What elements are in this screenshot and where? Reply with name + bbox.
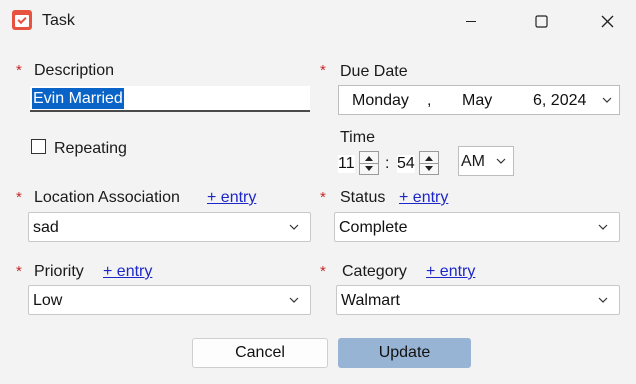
minute-value[interactable]: 54 <box>397 155 415 173</box>
category-add-entry-link[interactable]: + entry <box>426 263 475 281</box>
priority-select[interactable]: Low <box>28 285 311 315</box>
status-select[interactable]: Complete <box>334 212 620 242</box>
priority-add-entry-link[interactable]: + entry <box>103 263 152 281</box>
cancel-button[interactable]: Cancel <box>192 338 328 368</box>
required-marker: * <box>320 62 326 79</box>
due-date-label: Due Date <box>340 63 408 80</box>
chevron-down-icon <box>496 158 506 164</box>
minimize-button[interactable] <box>448 6 494 36</box>
due-date-day-year: 6, 2024 <box>533 92 587 109</box>
arrow-down-icon <box>425 165 433 171</box>
repeating-checkbox[interactable] <box>31 139 46 154</box>
ampm-value: AM <box>461 153 485 170</box>
hour-down-button[interactable] <box>360 163 378 174</box>
due-date-picker[interactable]: Monday , May 6, 2024 <box>338 85 620 115</box>
chevron-down-icon <box>602 97 612 103</box>
location-label: Location Association <box>34 189 180 206</box>
description-input[interactable]: Evin Married <box>30 86 310 112</box>
close-icon <box>601 15 613 27</box>
update-button[interactable]: Update <box>338 338 471 368</box>
location-value: sad <box>33 219 59 236</box>
close-button[interactable] <box>584 6 630 36</box>
title-bar: Task <box>0 0 636 42</box>
chevron-down-icon <box>598 297 608 303</box>
required-marker: * <box>16 263 22 280</box>
due-date-month: May <box>462 92 493 109</box>
location-add-entry-link[interactable]: + entry <box>207 189 256 207</box>
location-select[interactable]: sad <box>28 212 311 242</box>
minute-down-button[interactable] <box>420 163 438 174</box>
priority-label: Priority <box>34 263 84 280</box>
chevron-down-icon <box>289 297 299 303</box>
priority-value: Low <box>33 292 63 309</box>
hour-value[interactable]: 11 <box>338 155 355 173</box>
time-label: Time <box>340 129 375 146</box>
status-add-entry-link[interactable]: + entry <box>399 189 448 207</box>
time-colon: : <box>385 155 390 172</box>
minute-stepper[interactable] <box>419 151 439 175</box>
required-marker: * <box>16 189 22 206</box>
task-dialog: Task * Description Evin Married * Due Da… <box>0 0 636 384</box>
status-value: Complete <box>339 219 408 236</box>
description-label: Description <box>34 62 115 79</box>
description-value: Evin Married <box>32 88 124 109</box>
chevron-down-icon <box>289 224 299 230</box>
ampm-select[interactable]: AM <box>458 146 514 176</box>
status-label: Status <box>340 189 386 206</box>
required-marker: * <box>320 189 326 206</box>
due-date-separator: , <box>427 92 432 109</box>
category-label: Category <box>342 263 407 280</box>
due-date-weekday: Monday <box>352 92 409 109</box>
required-marker: * <box>16 62 22 79</box>
task-calendar-icon <box>12 10 32 30</box>
arrow-up-icon <box>425 155 433 161</box>
arrow-up-icon <box>365 155 373 161</box>
minimize-icon <box>466 21 476 22</box>
category-select[interactable]: Walmart <box>336 285 620 315</box>
maximize-button[interactable] <box>518 6 564 36</box>
arrow-down-icon <box>365 165 373 171</box>
window-title: Task <box>42 12 75 29</box>
maximize-icon <box>534 14 548 28</box>
repeating-label: Repeating <box>54 140 127 157</box>
hour-stepper[interactable] <box>359 151 379 175</box>
chevron-down-icon <box>598 224 608 230</box>
required-marker: * <box>320 263 326 280</box>
category-value: Walmart <box>341 292 400 309</box>
